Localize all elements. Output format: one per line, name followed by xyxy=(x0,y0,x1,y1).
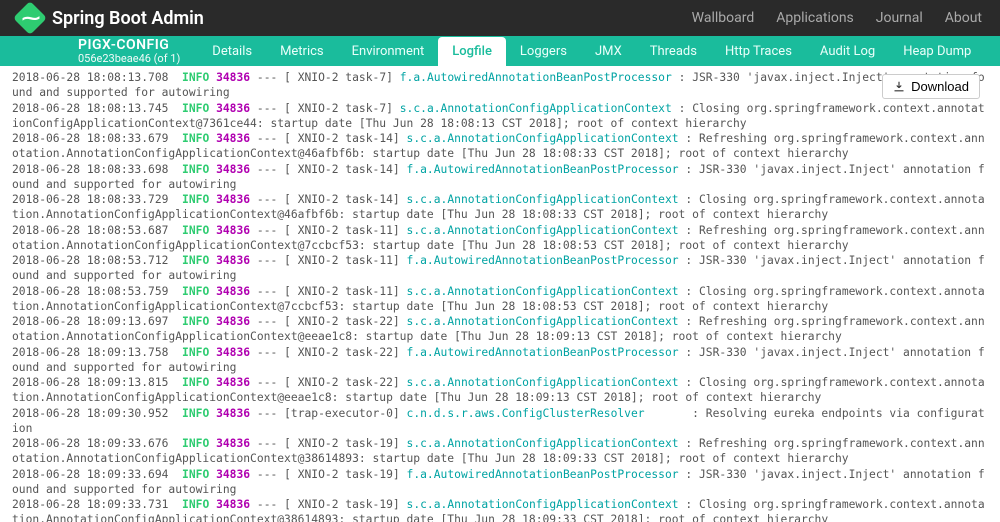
log-logger: s.c.a.AnnotationConfigApplicationContext xyxy=(407,376,679,389)
app-id: 056e23beae46 (of 1) xyxy=(78,53,180,65)
log-line: 2018-06-28 18:08:53.759 INFO 34836 --- [… xyxy=(12,285,985,313)
log-level: INFO xyxy=(182,285,209,298)
log-pid: 34836 xyxy=(216,193,250,206)
log-level: INFO xyxy=(182,71,209,84)
log-pid: 34836 xyxy=(216,498,250,511)
log-pid: 34836 xyxy=(216,102,250,115)
log-logger: f.a.AutowiredAnnotationBeanPostProcessor xyxy=(407,163,679,176)
log-line: 2018-06-28 18:09:13.758 INFO 34836 --- [… xyxy=(12,346,985,374)
log-pid: 34836 xyxy=(216,285,250,298)
nav-journal[interactable]: Journal xyxy=(876,10,923,26)
log-pid: 34836 xyxy=(216,407,250,420)
log-level: INFO xyxy=(182,376,209,389)
tab-threads[interactable]: Threads xyxy=(636,37,711,66)
tab-loggers[interactable]: Loggers xyxy=(506,37,581,66)
log-level: INFO xyxy=(182,224,209,237)
nav-about[interactable]: About xyxy=(945,10,982,26)
log-level: INFO xyxy=(182,407,209,420)
log-pid: 34836 xyxy=(216,132,250,145)
log-level: INFO xyxy=(182,498,209,511)
log-line: 2018-06-28 18:08:53.712 INFO 34836 --- [… xyxy=(12,254,985,282)
download-button[interactable]: Download xyxy=(882,74,980,99)
tab-jmx[interactable]: JMX xyxy=(581,37,636,66)
log-logger: s.c.a.AnnotationConfigApplicationContext xyxy=(407,132,679,145)
log-line: 2018-06-28 18:08:13.708 INFO 34836 --- [… xyxy=(12,71,985,99)
tab-heap-dump[interactable]: Heap Dump xyxy=(889,37,985,66)
log-logger: f.a.AutowiredAnnotationBeanPostProcessor xyxy=(407,254,679,267)
log-level: INFO xyxy=(182,315,209,328)
log-pid: 34836 xyxy=(216,224,250,237)
log-line: 2018-06-28 18:09:33.731 INFO 34836 --- [… xyxy=(12,498,985,522)
log-logger: c.n.d.s.r.aws.ConfigClusterResolver xyxy=(407,407,645,420)
log-pid: 34836 xyxy=(216,315,250,328)
nav-wallboard[interactable]: Wallboard xyxy=(692,10,755,26)
sub-bar: PIGX-CONFIG 056e23beae46 (of 1) Details … xyxy=(0,36,1000,66)
log-line: 2018-06-28 18:08:33.679 INFO 34836 --- [… xyxy=(12,132,985,160)
log-level: INFO xyxy=(182,468,209,481)
log-level: INFO xyxy=(182,163,209,176)
log-level: INFO xyxy=(182,132,209,145)
sub-nav: Details Metrics Environment Logfile Logg… xyxy=(198,37,985,66)
brand-text: Spring Boot Admin xyxy=(52,8,204,29)
log-line: 2018-06-28 18:09:13.697 INFO 34836 --- [… xyxy=(12,315,985,343)
log-logger: s.c.a.AnnotationConfigApplicationContext xyxy=(407,498,679,511)
log-logger: f.a.AutowiredAnnotationBeanPostProcessor xyxy=(400,71,672,84)
log-logger: s.c.a.AnnotationConfigApplicationContext xyxy=(407,437,679,450)
log-pid: 34836 xyxy=(216,163,250,176)
log-panel[interactable]: 2018-06-28 18:08:13.708 INFO 34836 --- [… xyxy=(0,66,1000,522)
log-line: 2018-06-28 18:08:13.745 INFO 34836 --- [… xyxy=(12,102,985,130)
download-icon xyxy=(893,81,905,93)
nav-applications[interactable]: Applications xyxy=(776,10,854,26)
heartbeat-icon xyxy=(13,1,47,35)
top-bar: Spring Boot Admin Wallboard Applications… xyxy=(0,0,1000,36)
log-logger: s.c.a.AnnotationConfigApplicationContext xyxy=(407,315,679,328)
log-pid: 34836 xyxy=(216,346,250,359)
log-logger: s.c.a.AnnotationConfigApplicationContext xyxy=(407,193,679,206)
log-line: 2018-06-28 18:09:33.694 INFO 34836 --- [… xyxy=(12,468,985,496)
tab-environment[interactable]: Environment xyxy=(338,37,439,66)
log-pid: 34836 xyxy=(216,71,250,84)
tab-metrics[interactable]: Metrics xyxy=(266,37,338,66)
log-logger: f.a.AutowiredAnnotationBeanPostProcessor xyxy=(407,346,679,359)
app-name: PIGX-CONFIG xyxy=(78,38,180,53)
log-logger: s.c.a.AnnotationConfigApplicationContext xyxy=(407,285,679,298)
log-line: 2018-06-28 18:08:33.729 INFO 34836 --- [… xyxy=(12,193,985,221)
logo[interactable]: Spring Boot Admin xyxy=(18,6,204,30)
tab-logfile[interactable]: Logfile xyxy=(438,37,506,66)
log-pid: 34836 xyxy=(216,468,250,481)
log-level: INFO xyxy=(182,437,209,450)
log-pid: 34836 xyxy=(216,254,250,267)
app-identifier[interactable]: PIGX-CONFIG 056e23beae46 (of 1) xyxy=(0,38,198,64)
log-logger: f.a.AutowiredAnnotationBeanPostProcessor xyxy=(407,468,679,481)
log-line: 2018-06-28 18:09:13.815 INFO 34836 --- [… xyxy=(12,376,985,404)
log-line: 2018-06-28 18:09:33.676 INFO 34836 --- [… xyxy=(12,437,985,465)
log-level: INFO xyxy=(182,102,209,115)
top-nav: Wallboard Applications Journal About xyxy=(692,10,982,26)
tab-details[interactable]: Details xyxy=(198,37,266,66)
log-logger: s.c.a.AnnotationConfigApplicationContext xyxy=(407,224,679,237)
log-logger: s.c.a.AnnotationConfigApplicationContext xyxy=(400,102,672,115)
log-level: INFO xyxy=(182,193,209,206)
log-level: INFO xyxy=(182,254,209,267)
log-pid: 34836 xyxy=(216,376,250,389)
download-label: Download xyxy=(911,79,969,94)
log-line: 2018-06-28 18:08:53.687 INFO 34836 --- [… xyxy=(12,224,985,252)
tab-http-traces[interactable]: Http Traces xyxy=(711,37,806,66)
tab-audit-log[interactable]: Audit Log xyxy=(806,37,889,66)
log-line: 2018-06-28 18:09:30.952 INFO 34836 --- [… xyxy=(12,407,985,435)
log-level: INFO xyxy=(182,346,209,359)
log-pid: 34836 xyxy=(216,437,250,450)
log-line: 2018-06-28 18:08:33.698 INFO 34836 --- [… xyxy=(12,163,985,191)
